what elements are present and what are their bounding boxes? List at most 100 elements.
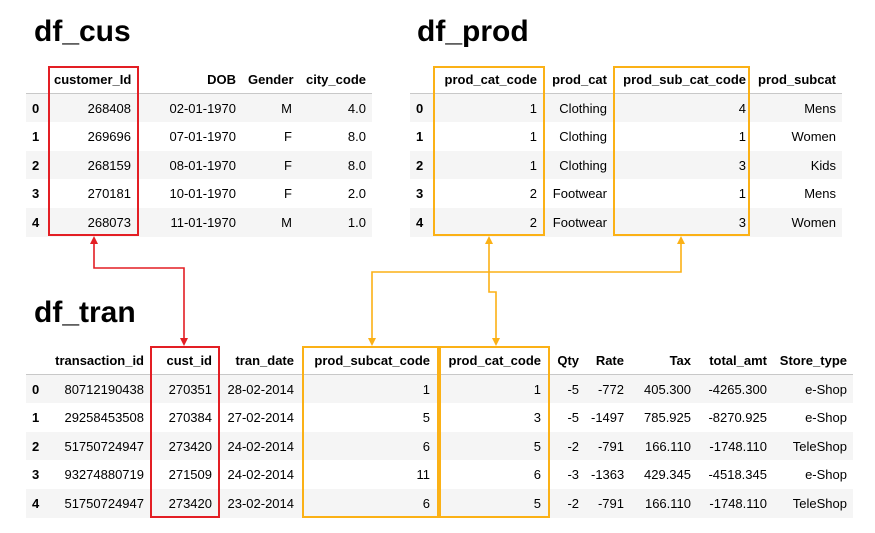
cell-gender: M — [281, 214, 292, 230]
cell-transaction-id: 51750724947 — [64, 495, 144, 511]
table-row: 1 269696 07-01-1970 F 8.0 — [26, 122, 372, 151]
column-header-qty: Qty — [547, 346, 585, 376]
cell-qty: -2 — [567, 438, 579, 454]
row-index: 1 — [416, 128, 424, 144]
cell-rate: -1363 — [591, 467, 625, 483]
cell-prod-sub-cat-code: 1 — [738, 128, 746, 144]
cell-total-amt: -1748.110 — [709, 495, 767, 511]
cell-tran-date: 23-02-2014 — [227, 495, 295, 511]
cell-tran-date: 28-02-2014 — [227, 381, 295, 397]
cell-store-type: e-Shop — [805, 467, 847, 483]
table-row: 3 2 Footwear 1 Mens — [410, 179, 842, 208]
cell-prod-cat: Footwear — [552, 214, 607, 230]
cell-customer-id: 270181 — [87, 186, 131, 202]
cell-cust-id: 270384 — [168, 409, 212, 425]
cell-prod-cat: Footwear — [552, 186, 607, 202]
cell-prod-cat-code: 5 — [533, 495, 541, 511]
column-header-customer-id: customer_Id — [48, 65, 137, 95]
df-tran-table: transaction_id cust_id tran_date prod_su… — [26, 346, 853, 518]
cell-qty: -5 — [567, 381, 579, 397]
cell-prod-cat-code: 1 — [529, 100, 537, 116]
table-row: 4 2 Footwear 3 Women — [410, 207, 842, 237]
column-header-tran-date: tran_date — [218, 346, 300, 376]
cell-prod-cat-code: 3 — [533, 409, 541, 425]
cell-store-type: TeleShop — [792, 495, 847, 511]
cell-dob: 07-01-1970 — [169, 128, 237, 144]
df-prod-header-row: prod_cat_code prod_cat prod_sub_cat_code… — [410, 65, 842, 95]
row-index: 4 — [32, 495, 40, 511]
cell-qty: -3 — [567, 467, 579, 483]
row-index: 4 — [32, 214, 40, 230]
cell-prod-subcat-code: 11 — [416, 467, 431, 483]
table-row: 4 51750724947 273420 23-02-2014 6 5 -2 -… — [26, 488, 853, 518]
cell-gender: F — [284, 128, 292, 144]
cell-total-amt: -4265.300 — [708, 381, 767, 397]
cell-cust-id: 271509 — [168, 467, 212, 483]
cell-dob: 08-01-1970 — [169, 157, 237, 173]
cell-rate: -1497 — [591, 409, 625, 425]
column-header-rate: Rate — [585, 346, 630, 376]
table-row: 3 93274880719 271509 24-02-2014 11 6 -3 … — [26, 460, 853, 489]
cell-tran-date: 24-02-2014 — [227, 467, 295, 483]
cell-qty: -5 — [567, 409, 579, 425]
row-index: 3 — [32, 186, 40, 202]
cell-rate: -791 — [597, 438, 624, 454]
column-header-store-type: Store_type — [773, 346, 853, 376]
cell-store-type: e-Shop — [805, 409, 847, 425]
cell-city-code: 8.0 — [347, 128, 366, 144]
column-header-transaction-id: transaction_id — [48, 346, 150, 376]
prod-sub-cat-code-link-arrow — [368, 236, 685, 346]
table-row: 2 51750724947 273420 24-02-2014 6 5 -2 -… — [26, 431, 853, 461]
cell-prod-subcat-code: 6 — [422, 438, 430, 454]
table-row: 0 268408 02-01-1970 M 4.0 — [26, 93, 372, 123]
cell-customer-id: 268159 — [87, 157, 131, 173]
column-header-prod-cat-code: prod_cat_code — [436, 346, 547, 376]
df-tran-header-row: transaction_id cust_id tran_date prod_su… — [26, 346, 853, 376]
cell-prod-sub-cat-code: 1 — [738, 186, 746, 202]
cell-gender: F — [284, 186, 292, 202]
prod-cat-code-link-arrow — [485, 236, 500, 346]
cell-cust-id: 273420 — [168, 495, 212, 511]
cell-prod-sub-cat-code: 4 — [738, 100, 746, 116]
cell-city-code: 8.0 — [347, 157, 366, 173]
cell-transaction-id: 29258453508 — [64, 409, 144, 425]
table-row: 0 1 Clothing 4 Mens — [410, 93, 842, 123]
column-header-cust-id: cust_id — [150, 346, 218, 376]
cell-tax: 166.110 — [644, 495, 691, 511]
row-index: 2 — [416, 157, 424, 173]
table-row: 0 80712190438 270351 28-02-2014 1 1 -5 -… — [26, 374, 853, 404]
cell-prod-subcat: Mens — [804, 100, 836, 116]
row-index: 2 — [32, 157, 40, 173]
cell-prod-cat-code: 1 — [533, 381, 541, 397]
cell-rate: -772 — [597, 381, 624, 397]
df-cus-table: customer_Id DOB Gender city_code 0 26840… — [26, 65, 372, 237]
cell-tax: 166.110 — [644, 438, 691, 454]
cell-dob: 11-01-1970 — [170, 214, 236, 230]
index-header — [410, 65, 432, 95]
row-index: 1 — [32, 409, 40, 425]
cell-prod-subcat: Women — [791, 128, 836, 144]
cell-prod-cat-code: 5 — [533, 438, 541, 454]
cell-tran-date: 27-02-2014 — [227, 409, 295, 425]
cell-prod-subcat-code: 6 — [422, 495, 430, 511]
cell-gender: F — [284, 157, 292, 173]
row-index: 3 — [416, 186, 424, 202]
cell-city-code: 2.0 — [347, 186, 366, 202]
cell-customer-id: 269696 — [87, 128, 131, 144]
cell-customer-id: 268408 — [87, 100, 131, 116]
column-header-dob: DOB — [137, 65, 242, 95]
df-prod-title: df_prod — [417, 15, 529, 48]
row-index: 2 — [32, 438, 40, 454]
column-header-prod-subcat-code: prod_subcat_code — [300, 346, 436, 376]
row-index: 4 — [416, 214, 424, 230]
column-header-prod-subcat: prod_subcat — [752, 65, 842, 95]
cell-qty: -2 — [567, 495, 579, 511]
cell-prod-cat: Clothing — [559, 100, 607, 116]
cell-total-amt: -1748.110 — [709, 438, 767, 454]
cell-dob: 10-01-1970 — [169, 186, 237, 202]
cell-total-amt: -8270.925 — [708, 409, 767, 425]
cell-city-code: 4.0 — [347, 100, 366, 116]
cell-dob: 02-01-1970 — [169, 100, 237, 116]
column-header-tax: Tax — [630, 346, 697, 376]
df-cus-header-row: customer_Id DOB Gender city_code — [26, 65, 372, 95]
